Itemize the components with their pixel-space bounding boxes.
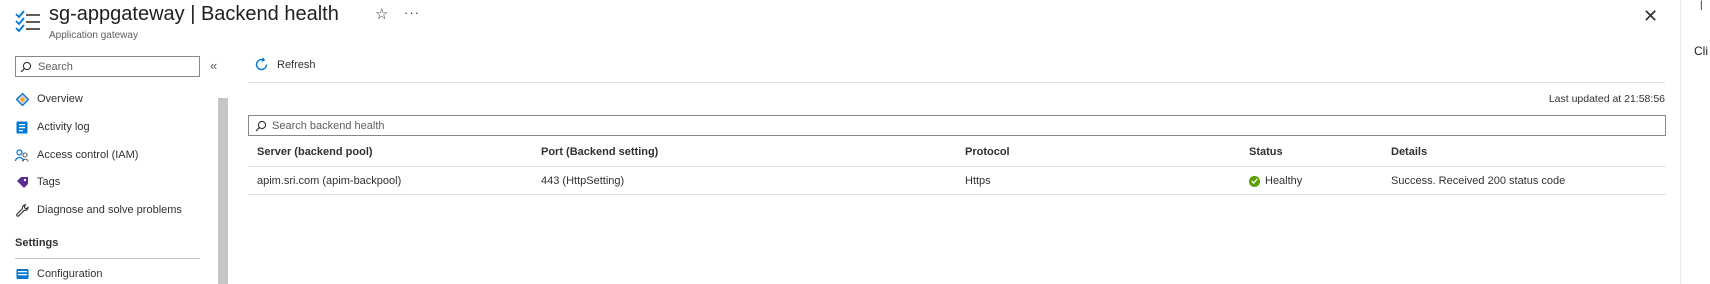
cell-protocol: Https — [965, 175, 991, 187]
column-header-protocol[interactable]: Protocol — [965, 146, 1010, 158]
nav-search-box[interactable] — [15, 56, 200, 77]
nav-item-tags[interactable]: Tags — [15, 175, 60, 189]
table-header-divider — [248, 166, 1666, 167]
nav-item-overview[interactable]: Overview — [15, 92, 83, 106]
wrench-icon — [15, 203, 29, 217]
cell-status: Healthy — [1249, 175, 1302, 187]
nav-section-settings: Settings — [15, 237, 59, 249]
healthy-check-icon — [1249, 175, 1260, 187]
nav-scrollbar-thumb[interactable] — [218, 98, 228, 284]
more-actions-button[interactable]: ··· — [404, 5, 420, 20]
refresh-label: Refresh — [277, 58, 316, 71]
adjacent-panel-mark: | — [1700, 0, 1703, 11]
column-header-port[interactable]: Port (Backend setting) — [541, 146, 658, 158]
favorite-star-icon[interactable]: ☆ — [375, 5, 388, 23]
nav-divider — [15, 258, 200, 259]
backend-health-search-box[interactable] — [248, 115, 1666, 136]
collapse-nav-button[interactable]: « — [210, 58, 217, 73]
nav-item-label: Diagnose and solve problems — [37, 204, 182, 216]
nav-item-label: Tags — [37, 176, 61, 188]
cell-port: 443 (HttpSetting) — [541, 175, 625, 187]
column-header-details[interactable]: Details — [1391, 146, 1427, 158]
nav-item-access-control[interactable]: Access control (IAM) — [15, 148, 138, 162]
activity-log-icon — [15, 120, 29, 134]
page-title: sg-appgateway | Backend health — [49, 3, 339, 25]
cell-server: apim.sri.com (apim-backpool) — [257, 175, 402, 187]
backend-health-icon — [15, 9, 41, 35]
column-header-server[interactable]: Server (backend pool) — [257, 146, 373, 158]
column-header-status[interactable]: Status — [1249, 146, 1283, 158]
nav-item-label: Access control (IAM) — [37, 149, 139, 161]
nav-item-label: Configuration — [37, 268, 103, 280]
nav-item-diagnose[interactable]: Diagnose and solve problems — [15, 203, 182, 217]
search-icon — [255, 120, 267, 131]
backend-health-search-input[interactable] — [272, 119, 1652, 132]
status-label: Healthy — [1265, 175, 1303, 187]
nav-item-label: Overview — [37, 93, 83, 105]
nav-item-label: Activity log — [37, 121, 90, 133]
tag-icon — [15, 175, 29, 189]
adjacent-panel-text: Cli — [1694, 44, 1708, 58]
adjacent-panel-edge — [1680, 0, 1681, 284]
nav-item-activity-log[interactable]: Activity log — [15, 120, 90, 134]
iam-icon — [15, 148, 29, 162]
last-updated-text: Last updated at 21:58:56 — [1548, 93, 1665, 105]
nav-search-input[interactable] — [38, 60, 188, 73]
toolbar-divider — [248, 82, 1665, 83]
refresh-button[interactable]: Refresh — [254, 57, 316, 72]
page-subtitle: Application gateway — [49, 30, 138, 41]
search-icon — [20, 61, 32, 72]
refresh-icon — [255, 57, 268, 71]
overview-icon — [15, 92, 29, 106]
nav-item-configuration[interactable]: Configuration — [15, 267, 102, 281]
table-row-divider — [248, 194, 1666, 195]
configuration-icon — [15, 267, 29, 281]
close-icon[interactable]: ✕ — [1643, 6, 1658, 27]
cell-details: Success. Received 200 status code — [1391, 175, 1566, 187]
